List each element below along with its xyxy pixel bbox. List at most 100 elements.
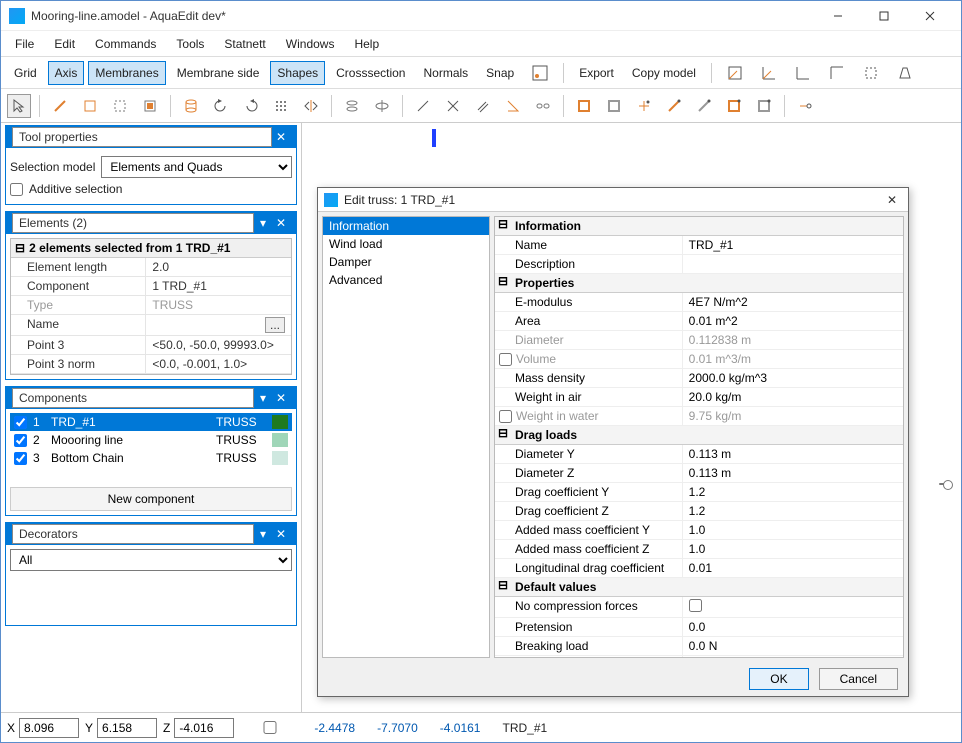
draw-line-icon[interactable] [411, 94, 435, 118]
property-row[interactable]: Longitudinal drag coefficient0.01 [495, 559, 903, 578]
nav-advanced[interactable]: Advanced [323, 271, 489, 289]
nav-wind-load[interactable]: Wind load [323, 235, 489, 253]
property-value[interactable]: 1.0 [683, 521, 903, 539]
nav-information[interactable]: Information [323, 217, 489, 235]
property-row[interactable]: Breaking load0.0 N [495, 637, 903, 656]
view-icon-5[interactable] [856, 60, 886, 86]
membrane-side-toggle[interactable]: Membrane side [170, 61, 267, 85]
component-row[interactable]: 3Bottom ChainTRUSS [10, 449, 292, 467]
status-checkbox[interactable] [240, 721, 300, 734]
view-icon-4[interactable] [822, 60, 852, 86]
property-value[interactable]: 1 TRD_#1 [145, 277, 291, 295]
property-row[interactable]: Diameter0.112838 m [495, 331, 903, 350]
property-row[interactable]: Description [495, 255, 903, 274]
property-value[interactable]: 20.0 kg/m [683, 388, 903, 406]
property-row[interactable]: No compression forces [495, 597, 903, 618]
ok-button[interactable]: OK [749, 668, 808, 690]
menu-statnett[interactable]: Statnett [214, 33, 275, 55]
chevron-down-icon[interactable]: ▾ [254, 216, 272, 230]
sq-orange2-icon[interactable] [722, 94, 746, 118]
membranes-toggle[interactable]: Membranes [88, 61, 165, 85]
selection-model-select[interactable]: Elements and Quads [101, 156, 292, 178]
property-row[interactable]: Diameter Y0.113 m [495, 445, 903, 464]
property-value[interactable]: 1.2 [683, 483, 903, 501]
normals-toggle[interactable]: Normals [416, 61, 475, 85]
snap-settings-icon[interactable] [525, 60, 555, 86]
cross-icon[interactable] [441, 94, 465, 118]
new-component-button[interactable]: New component [10, 487, 292, 511]
y-input[interactable] [97, 718, 157, 738]
property-row[interactable]: Point 3 norm<0.0, -0.001, 1.0> [11, 355, 291, 374]
additive-selection-checkbox[interactable] [10, 183, 23, 196]
property-value[interactable]: 0.0 N [683, 637, 903, 655]
ellipsis-button[interactable]: ... [265, 317, 285, 333]
group-header[interactable]: ⊟Drag loads [495, 426, 903, 445]
property-row[interactable]: Pretension0.0 [495, 618, 903, 637]
chevron-down-icon[interactable]: ▾ [254, 527, 272, 541]
collapse-icon[interactable]: ⊟ [495, 578, 511, 596]
mirror-icon[interactable] [299, 94, 323, 118]
collapse-icon[interactable]: ⊟ [495, 217, 511, 235]
property-value[interactable]: 0.01 m^3/m [683, 350, 903, 368]
sq-gray-icon[interactable] [602, 94, 626, 118]
grid-dots-icon[interactable] [269, 94, 293, 118]
property-row[interactable]: Weight in air20.0 kg/m [495, 388, 903, 407]
close-button[interactable] [907, 1, 953, 31]
component-checkbox[interactable] [14, 452, 27, 465]
component-row[interactable]: 2Moooring lineTRUSS [10, 431, 292, 449]
property-value[interactable]: 2.0 [145, 258, 291, 276]
property-row[interactable]: Drag coefficient Z1.2 [495, 502, 903, 521]
anchor-icon[interactable] [793, 94, 817, 118]
property-row[interactable]: Component1 TRD_#1 [11, 277, 291, 296]
link-icon[interactable] [531, 94, 555, 118]
cylinder2-icon[interactable] [340, 94, 364, 118]
property-row[interactable]: Mass density2000.0 kg/m^3 [495, 369, 903, 388]
menu-tools[interactable]: Tools [166, 33, 214, 55]
maximize-button[interactable] [861, 1, 907, 31]
panel-close-icon[interactable]: ✕ [272, 391, 290, 405]
group-header[interactable]: ⊟Properties [495, 274, 903, 293]
undo-icon[interactable] [209, 94, 233, 118]
property-row[interactable]: Diameter Z0.113 m [495, 464, 903, 483]
sq-gray2-icon[interactable] [752, 94, 776, 118]
component-color-swatch[interactable] [272, 451, 288, 465]
component-checkbox[interactable] [14, 434, 27, 447]
plus-dot-icon[interactable] [632, 94, 656, 118]
property-value[interactable]: <0.0, -0.001, 1.0> [145, 355, 291, 373]
property-value[interactable]: 2000.0 kg/m^3 [683, 369, 903, 387]
property-value[interactable] [683, 597, 903, 617]
chevron-down-icon[interactable]: ▾ [254, 391, 272, 405]
dialog-close-icon[interactable]: ✕ [882, 193, 902, 207]
property-row[interactable]: Weight in water9.75 kg/m [495, 407, 903, 426]
decorators-select[interactable]: All [10, 549, 292, 571]
view-icon-6[interactable] [890, 60, 920, 86]
z-input[interactable] [174, 718, 234, 738]
group-header[interactable]: ⊟Information [495, 217, 903, 236]
angle-icon[interactable] [501, 94, 525, 118]
property-value[interactable]: TRUSS [145, 296, 291, 314]
parallel-icon[interactable] [471, 94, 495, 118]
line-tool-icon[interactable] [48, 94, 72, 118]
property-value[interactable]: 0.0 [683, 656, 903, 658]
view-icon-3[interactable] [788, 60, 818, 86]
property-value[interactable]: 4E7 N/m^2 [683, 293, 903, 311]
property-value[interactable]: 9.75 kg/m [683, 407, 903, 425]
property-row[interactable]: TypeTRUSS [11, 296, 291, 315]
property-value[interactable]: 1.0 [683, 540, 903, 558]
property-row[interactable]: Added mass coefficient Y1.0 [495, 521, 903, 540]
component-color-swatch[interactable] [272, 415, 288, 429]
rect-fill-icon[interactable] [138, 94, 162, 118]
property-row[interactable]: Area0.01 m^2 [495, 312, 903, 331]
snap-toggle[interactable]: Snap [479, 61, 521, 85]
collapse-icon[interactable]: ⊟ [495, 426, 511, 444]
property-row[interactable]: Material coefficient0.0 [495, 656, 903, 658]
cylinder3-icon[interactable] [370, 94, 394, 118]
property-value[interactable]: 0.113 m [683, 445, 903, 463]
nav-damper[interactable]: Damper [323, 253, 489, 271]
sq-orange-icon[interactable] [572, 94, 596, 118]
property-checkbox[interactable] [499, 353, 512, 366]
menu-windows[interactable]: Windows [276, 33, 345, 55]
property-value-checkbox[interactable] [689, 599, 702, 612]
property-value[interactable]: 0.112838 m [683, 331, 903, 349]
group-header[interactable]: ⊟Default values [495, 578, 903, 597]
